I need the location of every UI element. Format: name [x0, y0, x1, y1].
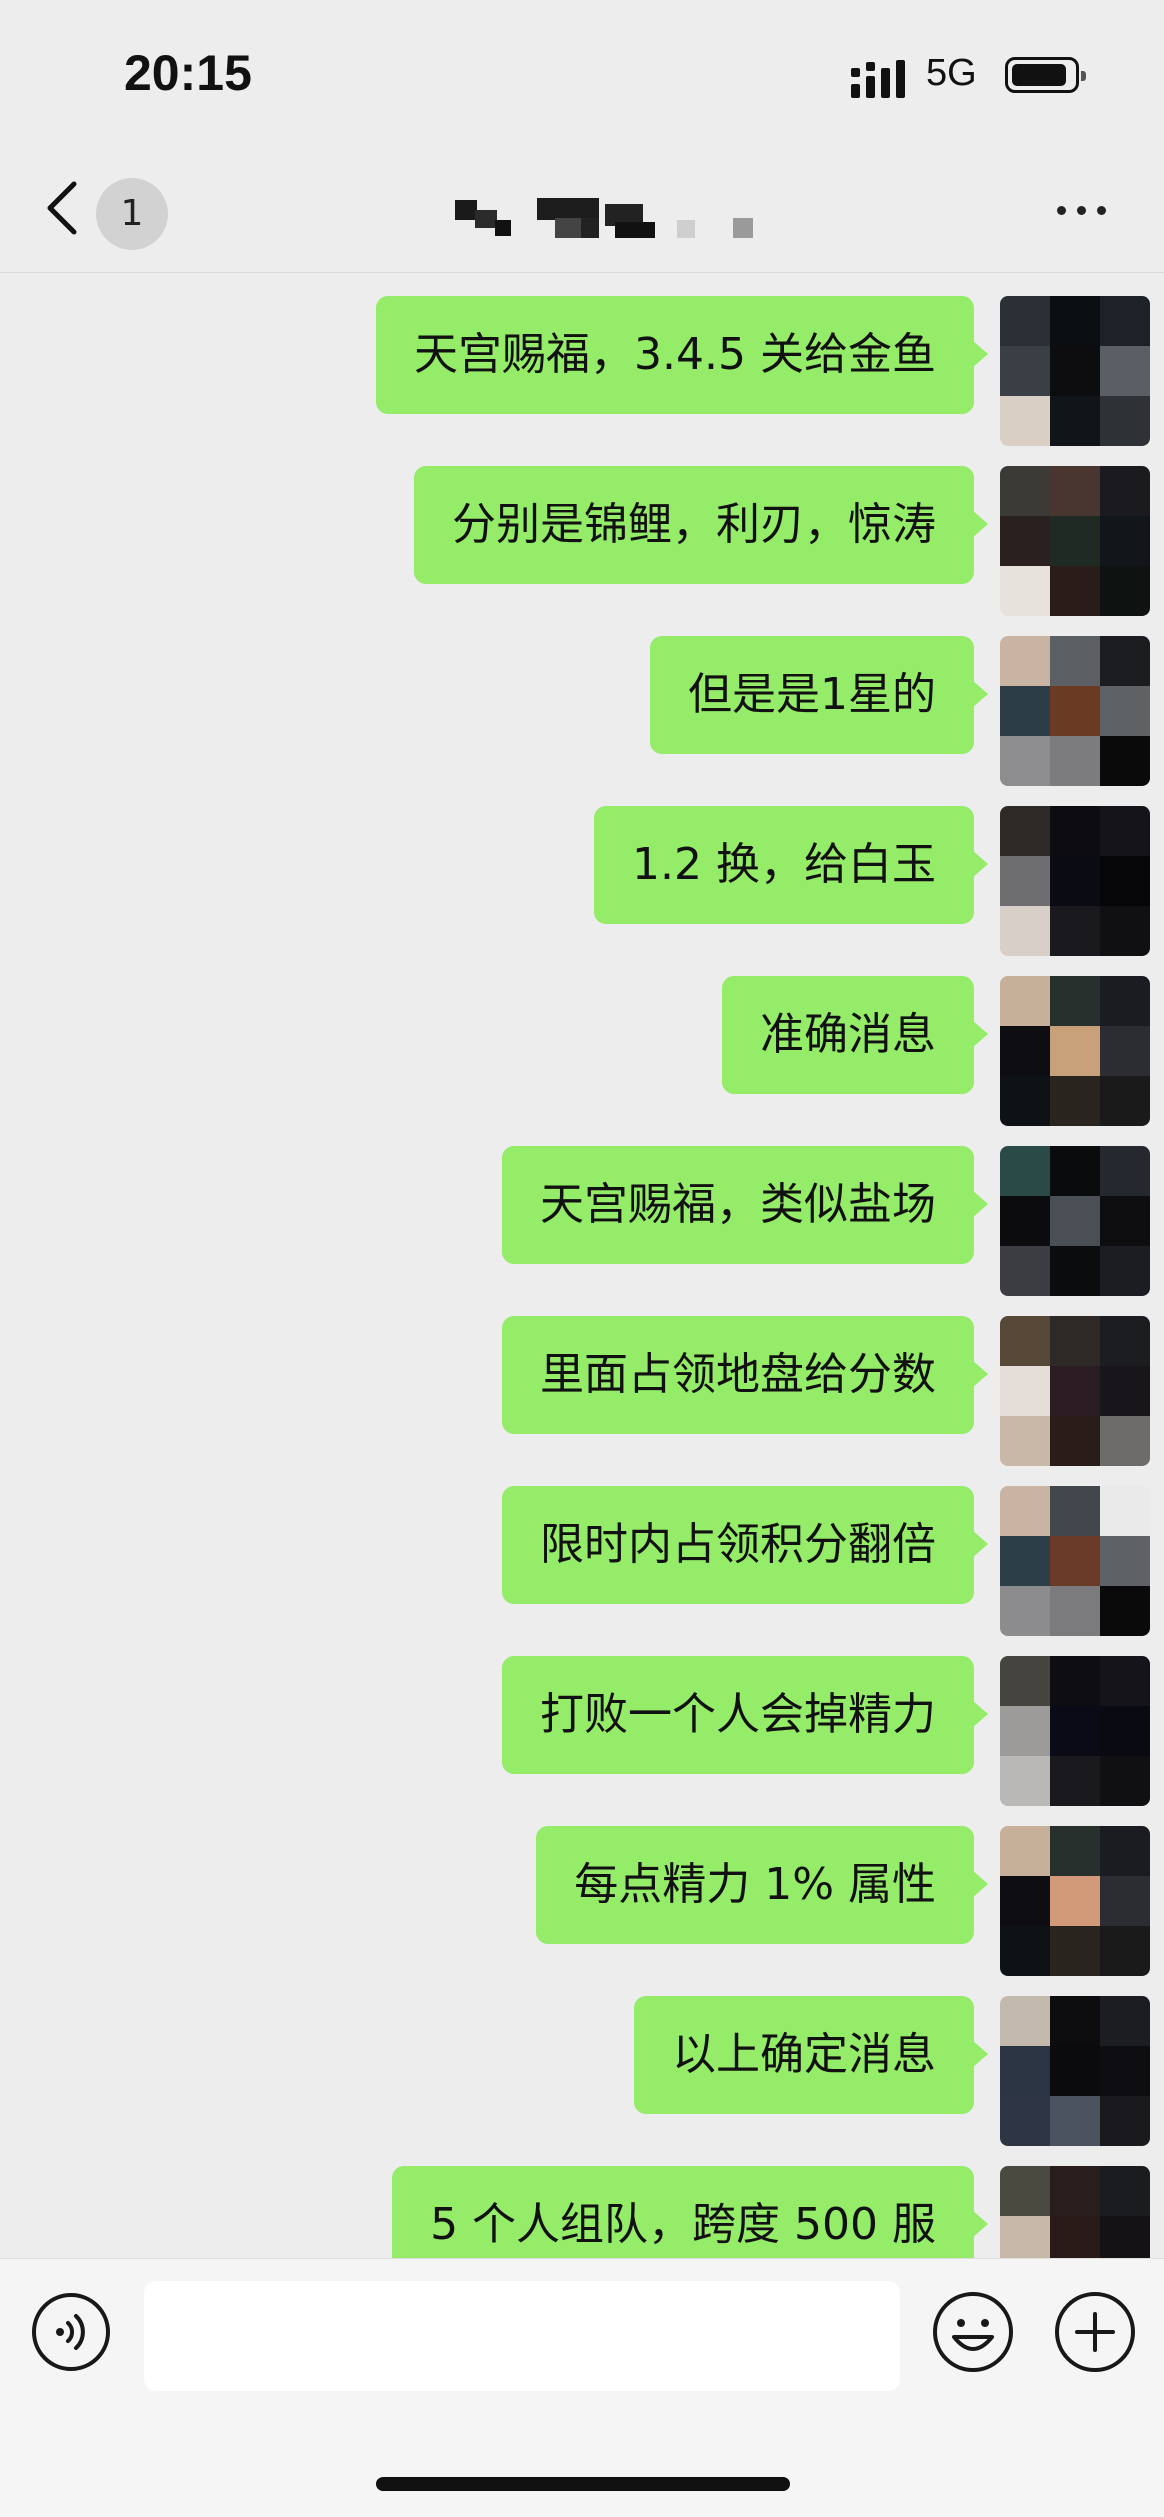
message-bubble[interactable]: 限时内占领积分翻倍 — [502, 1486, 988, 1604]
avatar[interactable] — [1000, 976, 1150, 1126]
home-indicator — [376, 2477, 790, 2491]
message-row: 打败一个人会掉精力 — [0, 1644, 1164, 1806]
avatar[interactable] — [1000, 2166, 1150, 2258]
avatar-image — [1000, 1146, 1150, 1296]
unread-badge[interactable]: 1 — [96, 178, 168, 250]
plus-icon[interactable] — [1052, 2289, 1138, 2375]
message-bubble[interactable]: 里面占领地盘给分数 — [502, 1316, 988, 1434]
message-bubble[interactable]: 天宫赐福，类似盐场 — [502, 1146, 988, 1264]
more-icon[interactable] — [1053, 200, 1113, 220]
avatar-image — [1000, 466, 1150, 616]
message-row: 天宫赐福，3.4.5 关给金鱼 — [0, 284, 1164, 446]
message-row: 限时内占领积分翻倍 — [0, 1474, 1164, 1636]
message-input[interactable] — [144, 2281, 900, 2391]
avatar-image — [1000, 1826, 1150, 1976]
back-icon[interactable] — [42, 178, 82, 238]
message-row: 5 个人组队，跨度 500 服 — [0, 2154, 1164, 2258]
avatar-image — [1000, 1656, 1150, 1806]
message-row: 分别是锦鲤，利刃，惊涛 — [0, 454, 1164, 616]
avatar[interactable] — [1000, 466, 1150, 616]
message-bubble[interactable]: 5 个人组队，跨度 500 服 — [392, 2166, 988, 2258]
message-bubble[interactable]: 以上确定消息 — [634, 1996, 988, 2114]
chat-title-redacted — [455, 198, 765, 238]
avatar[interactable] — [1000, 806, 1150, 956]
message-bubble[interactable]: 分别是锦鲤，利刃，惊涛 — [414, 466, 988, 584]
message-list[interactable]: 天宫赐福，3.4.5 关给金鱼分别是锦鲤，利刃，惊涛但是是1星的 1.2 换，给白… — [0, 272, 1164, 2258]
message-row: 每点精力 1% 属性 — [0, 1814, 1164, 1976]
avatar[interactable] — [1000, 1146, 1150, 1296]
avatar[interactable] — [1000, 1316, 1150, 1466]
message-row: 里面占领地盘给分数 — [0, 1304, 1164, 1466]
status-bar: 20:15 5G — [0, 0, 1164, 150]
avatar-image — [1000, 1996, 1150, 2146]
voice-icon[interactable] — [30, 2291, 112, 2373]
message-bubble[interactable]: 天宫赐福，3.4.5 关给金鱼 — [376, 296, 988, 414]
avatar[interactable] — [1000, 1486, 1150, 1636]
message-bubble[interactable]: 1.2 换，给白玉 — [594, 806, 988, 924]
message-bubble[interactable]: 准确消息 — [722, 976, 988, 1094]
avatar-image — [1000, 2166, 1150, 2258]
emoji-icon[interactable] — [930, 2289, 1016, 2375]
avatar[interactable] — [1000, 1826, 1150, 1976]
battery-icon — [1005, 57, 1086, 93]
message-row: 以上确定消息 — [0, 1984, 1164, 2146]
signal-icon — [851, 60, 905, 98]
network-label: 5G — [926, 52, 977, 94]
avatar[interactable] — [1000, 1996, 1150, 2146]
avatar[interactable] — [1000, 1656, 1150, 1806]
avatar-image — [1000, 976, 1150, 1126]
avatar[interactable] — [1000, 296, 1150, 446]
avatar-image — [1000, 1486, 1150, 1636]
message-row: 但是是1星的 — [0, 624, 1164, 786]
avatar[interactable] — [1000, 636, 1150, 786]
avatar-image — [1000, 296, 1150, 446]
message-bubble[interactable]: 但是是1星的 — [650, 636, 988, 754]
avatar-image — [1000, 1316, 1150, 1466]
message-row: 1.2 换，给白玉 — [0, 794, 1164, 956]
message-bubble[interactable]: 打败一个人会掉精力 — [502, 1656, 988, 1774]
message-row: 天宫赐福，类似盐场 — [0, 1134, 1164, 1296]
input-bar — [0, 2258, 1164, 2517]
status-time: 20:15 — [124, 45, 252, 101]
message-bubble[interactable]: 每点精力 1% 属性 — [536, 1826, 988, 1944]
message-row: 准确消息 — [0, 964, 1164, 1126]
avatar-image — [1000, 636, 1150, 786]
chat-header: 1 — [0, 150, 1164, 273]
avatar-image — [1000, 806, 1150, 956]
